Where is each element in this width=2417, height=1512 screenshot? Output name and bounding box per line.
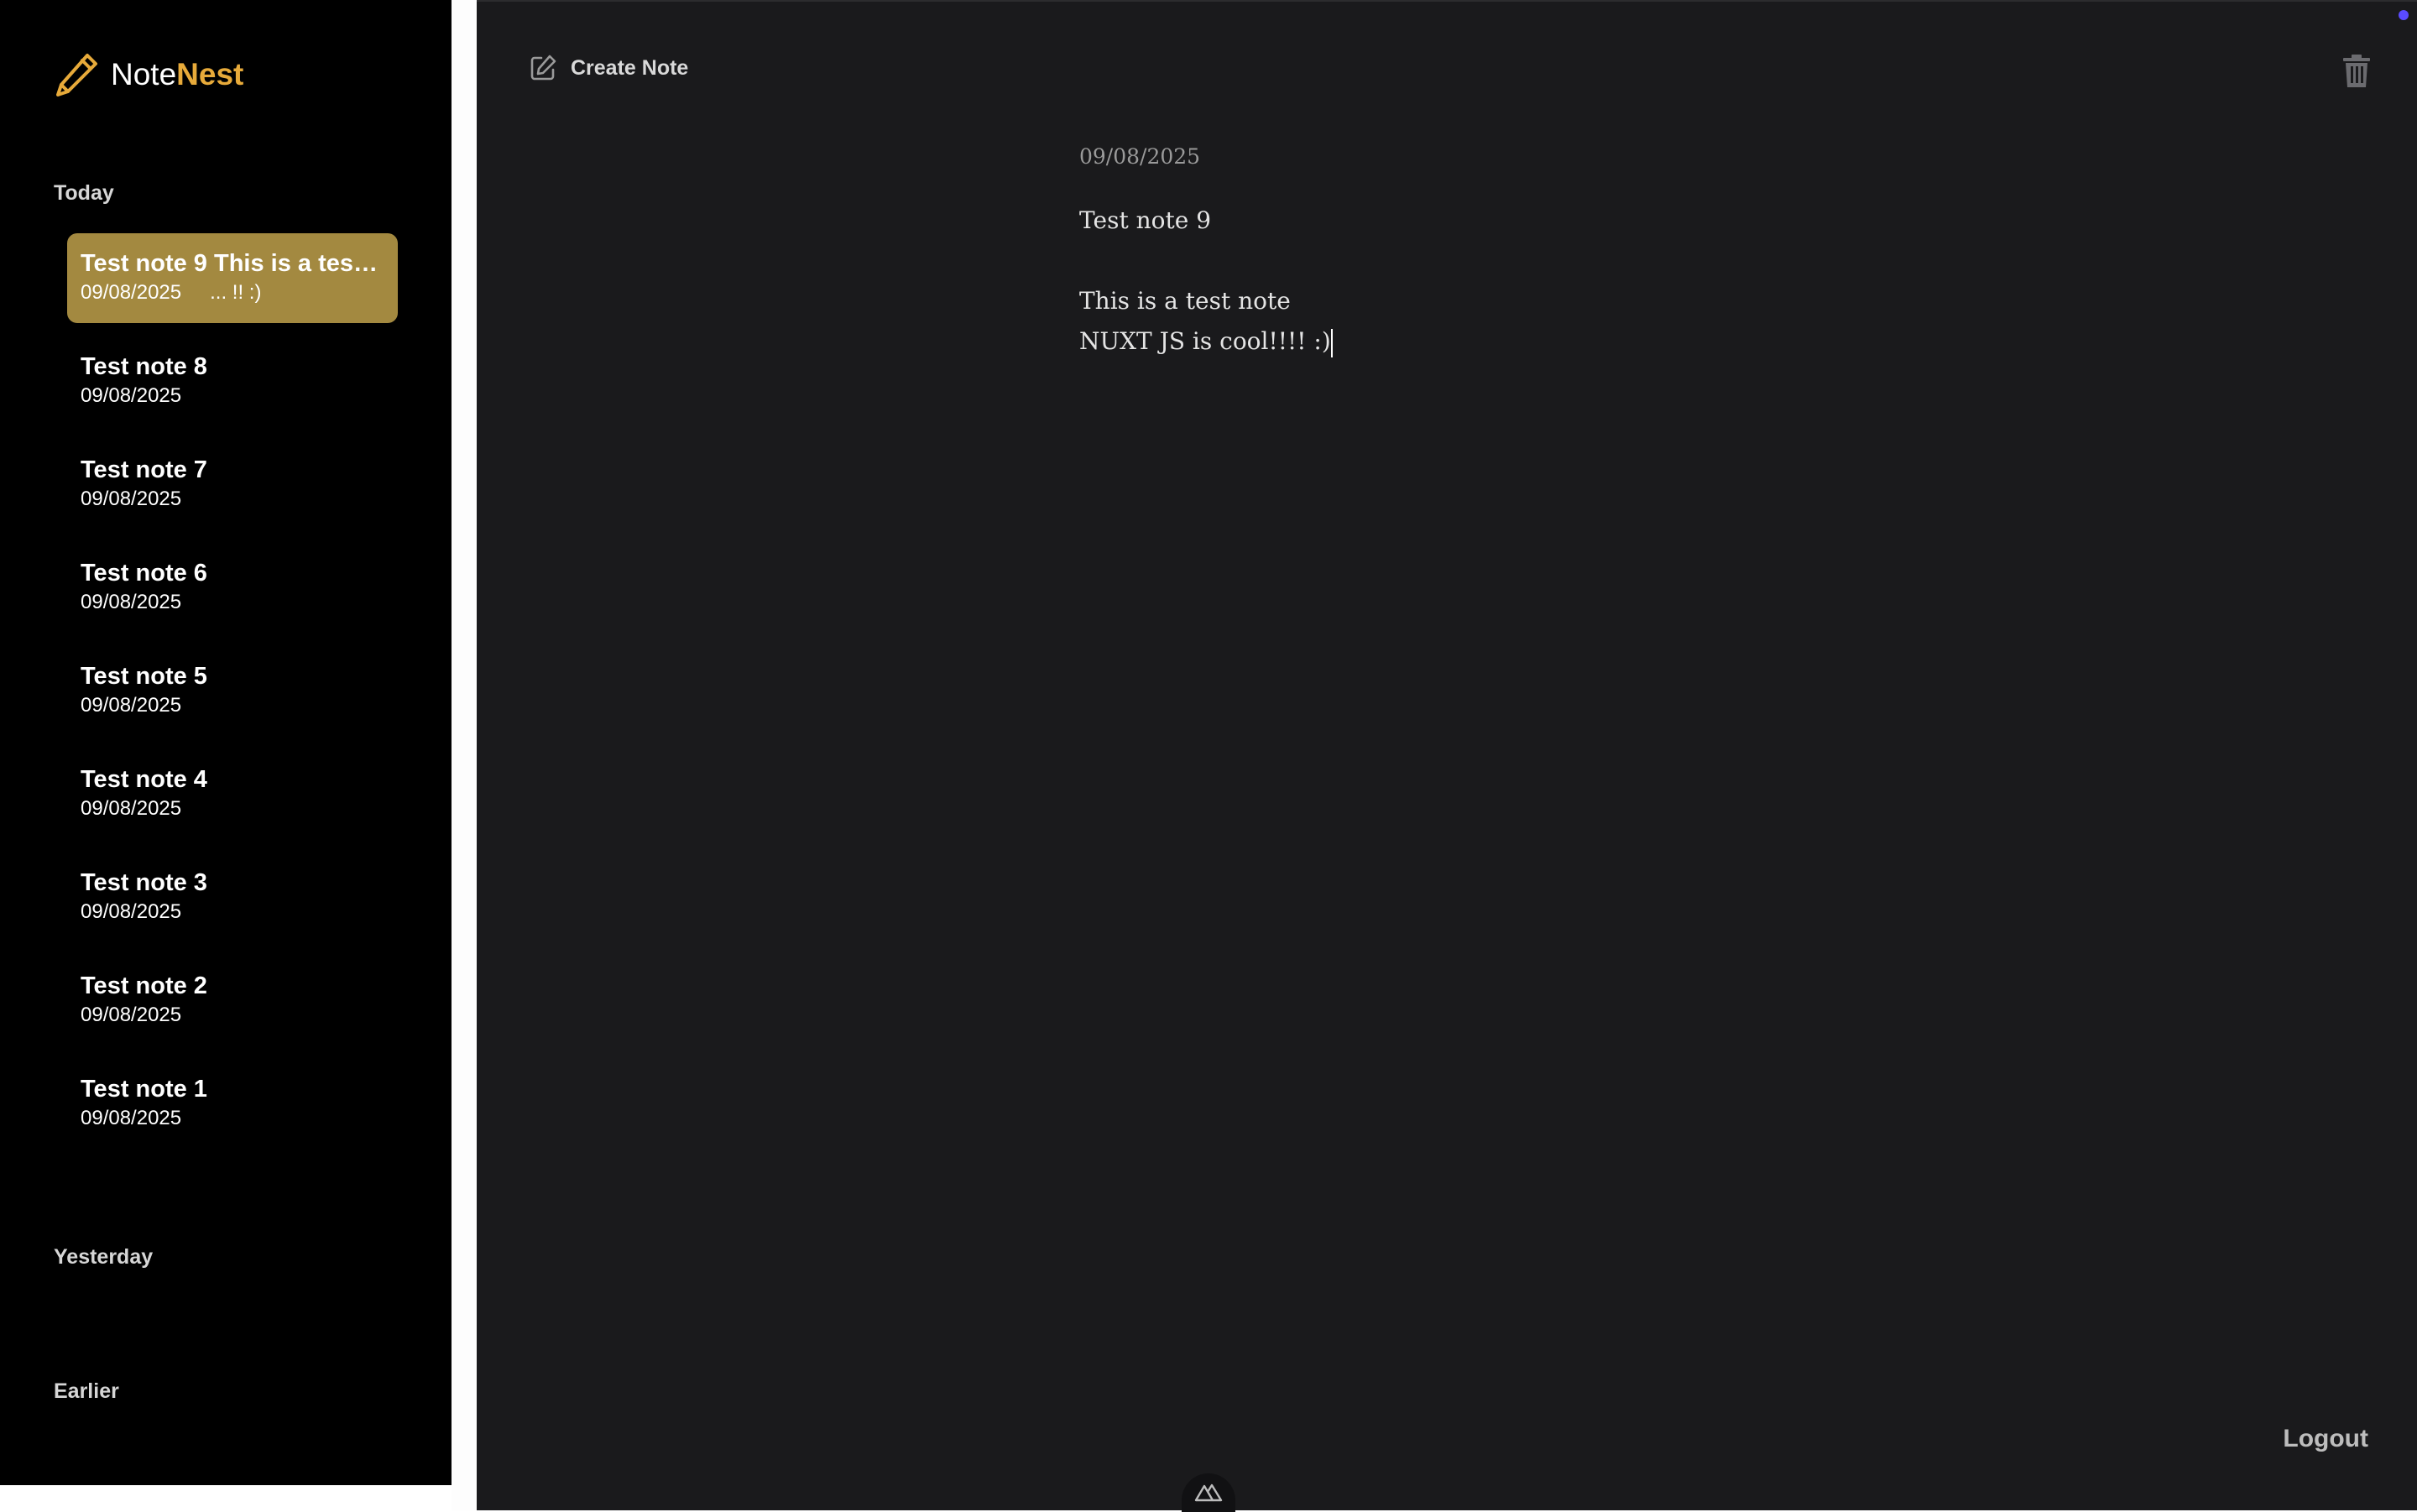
status-indicator: [2399, 10, 2409, 20]
note-title: Test note 6: [81, 560, 207, 587]
note-title: Test note 8: [81, 353, 207, 380]
note-date: 09/08/2025: [1079, 144, 1201, 169]
app-name: NoteNest: [111, 57, 244, 91]
note-date: 09/08/2025: [81, 281, 182, 304]
note-title: Test note 5: [81, 663, 207, 690]
note-title: Test note 4: [81, 766, 207, 793]
note-date: 09/08/2025: [81, 1004, 182, 1026]
note-title: Test note 7: [81, 456, 207, 483]
note-preview: ... !! :): [210, 281, 262, 304]
sidebar: NoteNest Today Test note 9 This is a tes…: [0, 0, 452, 1485]
note-date: 09/08/2025: [81, 1107, 182, 1129]
logout-button[interactable]: Logout: [2283, 1425, 2368, 1453]
note-title: Test note 1: [81, 1076, 207, 1103]
note-title: Test note 9 This is a test note NUXT JS …: [81, 250, 384, 277]
pencil-icon: [54, 50, 99, 99]
app-logo[interactable]: NoteNest: [54, 50, 243, 99]
note-item[interactable]: Test note 6 09/08/2025: [67, 543, 398, 633]
group-label-earlier: Earlier: [54, 1379, 119, 1403]
note-date: 09/08/2025: [81, 797, 182, 820]
editor-line[interactable]: This is a test note: [1079, 281, 1918, 321]
editor-line-with-caret[interactable]: NUXT JS is cool!!!! :): [1079, 321, 1918, 362]
editor-line[interactable]: [1079, 241, 1918, 281]
note-item[interactable]: Test note 7 09/08/2025: [67, 440, 398, 529]
nuxt-icon: [1193, 1483, 1224, 1503]
note-item[interactable]: Test note 3 09/08/2025: [67, 852, 398, 942]
note-list: Test note 9 This is a test note NUXT JS …: [67, 233, 398, 1162]
sidebar-divider: [452, 0, 477, 1510]
devtools-toggle[interactable]: [1182, 1473, 1235, 1512]
note-item[interactable]: Test note 1 09/08/2025: [67, 1059, 398, 1149]
note-item[interactable]: Test note 8 09/08/2025: [67, 336, 398, 426]
note-item[interactable]: Test note 2 09/08/2025: [67, 956, 398, 1045]
note-item[interactable]: Test note 5 09/08/2025: [67, 646, 398, 736]
editor-line-text: NUXT JS is cool!!!! :): [1079, 327, 1331, 355]
note-date: 09/08/2025: [81, 591, 182, 613]
text-caret: [1330, 328, 1333, 357]
note-item-active[interactable]: Test note 9 This is a test note NUXT JS …: [67, 233, 398, 323]
note-date: 09/08/2025: [81, 384, 182, 407]
note-editor[interactable]: 09/08/2025 Test note 9 This is a test no…: [1079, 144, 1918, 362]
note-date: 09/08/2025: [81, 694, 182, 717]
group-label-today: Today: [54, 181, 114, 205]
note-date: 09/08/2025: [81, 900, 182, 923]
edit-icon: [529, 54, 557, 82]
editor-line[interactable]: Test note 9: [1079, 201, 1918, 241]
trash-icon[interactable]: [2341, 54, 2372, 89]
note-date: 09/08/2025: [81, 487, 182, 510]
create-note-button[interactable]: Create Note: [529, 54, 688, 82]
note-title: Test note 2: [81, 972, 207, 999]
note-title: Test note 3: [81, 869, 207, 896]
group-label-yesterday: Yesterday: [54, 1245, 154, 1269]
editor-panel: Create Note 09/08/2025 Test note 9 This …: [477, 0, 2417, 1512]
create-note-label: Create Note: [571, 55, 689, 80]
note-item[interactable]: Test note 4 09/08/2025: [67, 749, 398, 839]
